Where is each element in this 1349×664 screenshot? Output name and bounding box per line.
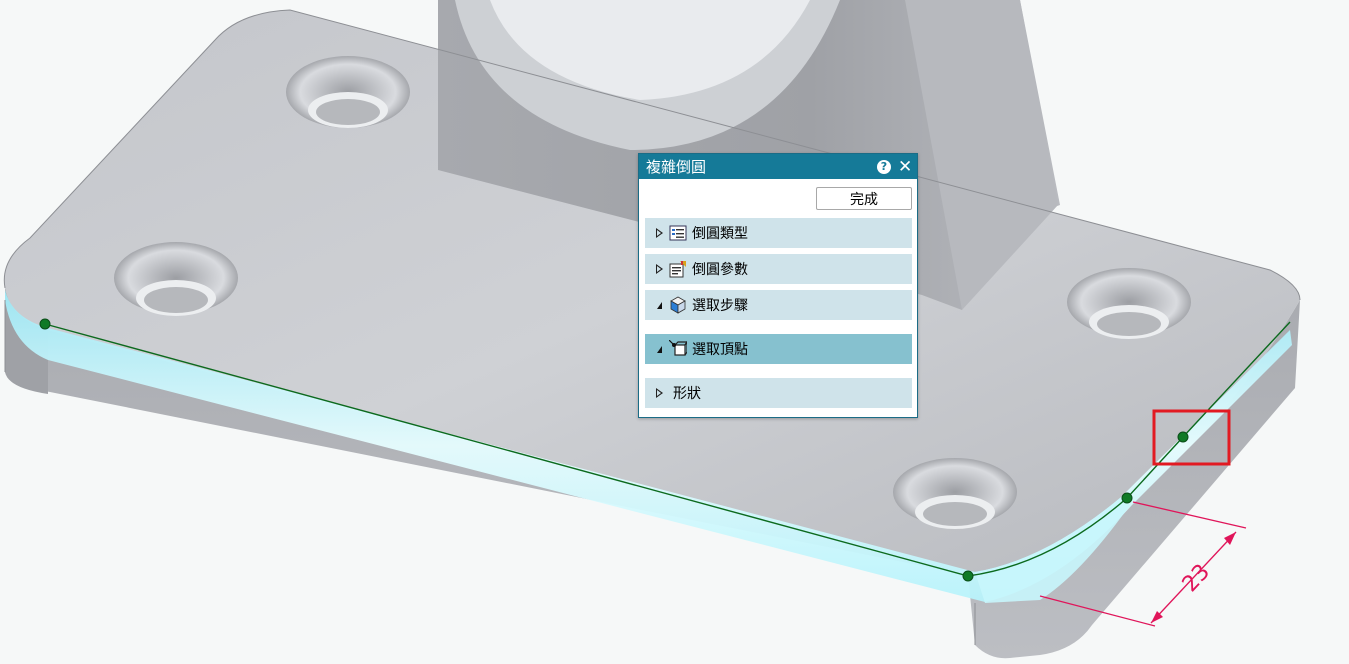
section-label: 選取步驟	[692, 298, 748, 314]
complex-fillet-dialog: 複雜倒圓 ? ✕ 完成 倒圓類型 倒圓參數 選取步驟 選取頂點 形狀	[638, 153, 918, 418]
vertex-select-icon	[669, 340, 687, 358]
expand-arrow-icon	[649, 264, 669, 274]
section-fillet-type[interactable]: 倒圓類型	[645, 218, 912, 248]
parameters-icon	[669, 260, 687, 278]
section-select-vertex[interactable]: 選取頂點	[645, 334, 912, 364]
collapse-arrow-icon	[649, 345, 669, 353]
vertex-point	[39, 318, 51, 330]
list-icon	[669, 224, 687, 242]
vertex-point	[962, 570, 974, 582]
section-fillet-parameters[interactable]: 倒圓參數	[645, 254, 912, 284]
section-label: 形狀	[673, 386, 701, 402]
dialog-title-bar[interactable]: 複雜倒圓 ? ✕	[639, 154, 917, 179]
done-button[interactable]: 完成	[816, 187, 912, 210]
section-shape[interactable]: 形狀	[645, 378, 912, 408]
section-selection-steps[interactable]: 選取步驟	[645, 290, 912, 320]
section-label: 選取頂點	[692, 342, 748, 358]
vertex-point	[1121, 492, 1133, 504]
expand-arrow-icon	[649, 228, 669, 238]
close-icon[interactable]: ✕	[898, 158, 912, 175]
hole-top-left	[286, 56, 410, 128]
section-label: 倒圓參數	[692, 262, 748, 278]
vertex-point-selected	[1177, 431, 1189, 443]
collapse-arrow-icon	[649, 301, 669, 309]
dialog-title: 複雜倒圓	[646, 158, 707, 176]
section-label: 倒圓類型	[692, 226, 748, 242]
cube-icon	[669, 296, 687, 314]
help-icon[interactable]: ?	[877, 159, 891, 174]
dimension-value[interactable]: 23	[1178, 560, 1215, 598]
expand-arrow-icon	[649, 388, 669, 398]
